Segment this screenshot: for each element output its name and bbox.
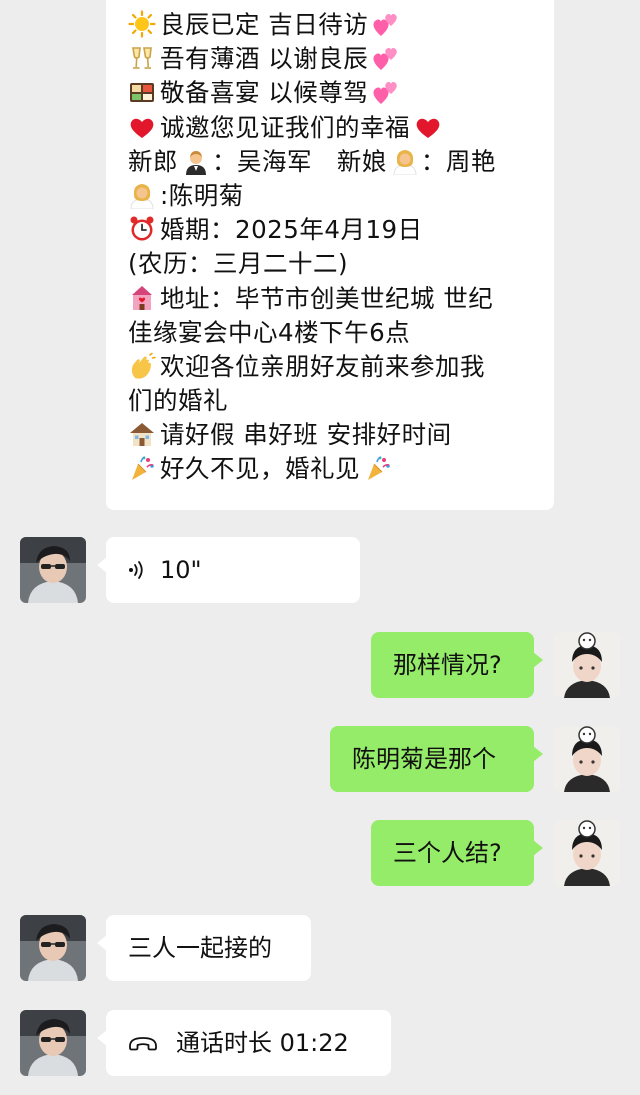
- contact-avatar[interactable]: [20, 1010, 86, 1076]
- house-icon: [128, 420, 156, 448]
- bride-name: ：周艳: [420, 146, 496, 176]
- champagne-icon: [128, 44, 156, 72]
- hearts-icon: [372, 10, 400, 38]
- welcome-text: 欢迎各位亲朋好友前来参加我: [160, 351, 485, 381]
- welcome-line: 欢迎各位亲朋好友前来参加我: [128, 350, 538, 384]
- closing-line: 好久不见，婚礼见: [128, 452, 538, 486]
- sent-message-bubble[interactable]: 三个人结?: [371, 820, 543, 886]
- wedding-date: 婚期：2025年4月19日: [160, 215, 423, 245]
- sent-message-text: 陈明菊是那个: [352, 745, 496, 773]
- lunar-date: (农历：三月二十二): [128, 249, 349, 279]
- couple-line: 新郎 ：吴海军 新娘 ：周艳: [128, 145, 538, 179]
- bento-icon: [128, 78, 156, 106]
- voice-wave-icon: [126, 559, 148, 581]
- clapping-hands-icon: [128, 352, 156, 380]
- invitation-text: 敬备喜宴 以候尊驾: [160, 78, 369, 108]
- call-duration: 通话时长 01:22: [176, 1029, 349, 1057]
- party-popper-icon: [128, 454, 156, 482]
- sun-icon: [128, 10, 156, 38]
- request-text: 请好假 串好班 安排好时间: [160, 420, 452, 450]
- sent-message-text: 三个人结?: [393, 839, 502, 867]
- lunar-date-line: (农历：三月二十二): [128, 247, 538, 281]
- welcome-text: 们的婚礼: [128, 386, 228, 416]
- hearts-icon: [372, 78, 400, 106]
- request-line: 请好假 串好班 安排好时间: [128, 418, 538, 452]
- address-text: 地址：毕节市创美世纪城 世纪: [160, 283, 494, 313]
- address-line: 佳缘宴会中心4楼下午6点: [128, 316, 538, 350]
- groom-icon: [182, 147, 210, 175]
- phone-icon: [126, 1026, 160, 1060]
- contact-avatar[interactable]: [20, 537, 86, 603]
- address-line: 地址：毕节市创美世纪城 世纪: [128, 282, 538, 316]
- sent-message-bubble[interactable]: 那样情况?: [371, 632, 543, 698]
- wedding-chapel-icon: [128, 284, 156, 312]
- received-message-bubble[interactable]: 三人一起接的: [97, 915, 311, 981]
- received-message-text: 三人一起接的: [128, 934, 272, 962]
- sent-message-bubble[interactable]: 陈明菊是那个: [330, 726, 543, 792]
- party-popper-icon: [364, 454, 392, 482]
- sent-message-text: 那样情况?: [393, 651, 502, 679]
- second-bride-line: :陈明菊: [128, 179, 538, 213]
- voice-message-bubble[interactable]: 10": [97, 537, 360, 603]
- invitation-text: 良辰已定 吉日待访: [160, 10, 369, 39]
- contact-avatar[interactable]: [20, 915, 86, 981]
- date-line: 婚期：2025年4月19日: [128, 213, 538, 247]
- voice-duration: 10": [160, 556, 202, 584]
- groom-label: 新郎: [128, 146, 178, 176]
- alarm-clock-icon: [128, 215, 156, 243]
- invitation-line: 敬备喜宴 以候尊驾: [128, 76, 538, 110]
- invitation-line: 诚邀您见证我们的幸福: [128, 111, 538, 145]
- invitation-message-bubble[interactable]: 良辰已定 吉日待访 吾有薄酒 以谢良辰 敬备喜宴 以候尊驾 诚邀您见证我们的幸福…: [106, 0, 554, 510]
- my-avatar[interactable]: [554, 820, 620, 886]
- second-bride-name: :陈明菊: [160, 180, 244, 210]
- groom-name: ：吴海军: [212, 146, 312, 176]
- my-avatar[interactable]: [554, 726, 620, 792]
- call-record-bubble[interactable]: 通话时长 01:22: [97, 1010, 391, 1076]
- invitation-text: 吾有薄酒 以谢良辰: [160, 44, 369, 74]
- welcome-line: 们的婚礼: [128, 384, 538, 418]
- hearts-icon: [372, 44, 400, 72]
- red-heart-icon: [128, 113, 156, 141]
- address-text: 佳缘宴会中心4楼下午6点: [128, 317, 411, 347]
- my-avatar[interactable]: [554, 632, 620, 698]
- bride-label: 新娘: [336, 146, 387, 176]
- bride-icon: [391, 147, 419, 175]
- invitation-text: 诚邀您见证我们的幸福: [160, 112, 410, 142]
- bride-icon: [128, 181, 156, 209]
- invitation-line: 吾有薄酒 以谢良辰: [128, 42, 538, 76]
- closing-text: 好久不见，婚礼见: [160, 454, 360, 484]
- red-heart-icon: [414, 113, 442, 141]
- invitation-line: 良辰已定 吉日待访: [128, 8, 538, 42]
